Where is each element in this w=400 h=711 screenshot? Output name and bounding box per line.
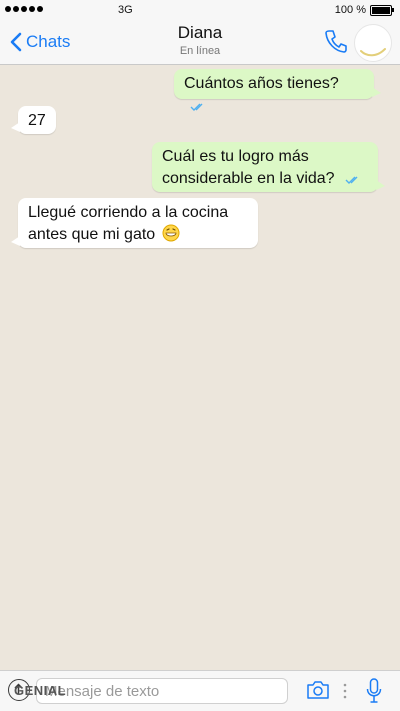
chevron-left-icon xyxy=(10,32,22,52)
read-ticks-icon xyxy=(345,170,361,192)
contact-avatar[interactable] xyxy=(354,24,392,62)
grinning-face-icon xyxy=(162,224,180,249)
back-button[interactable]: Chats xyxy=(10,30,70,54)
back-button-label: Chats xyxy=(26,32,71,51)
watermark-logo: GENIAL xyxy=(14,683,67,698)
chat-header: Chats Diana En línea xyxy=(0,20,400,65)
camera-button[interactable] xyxy=(306,680,330,705)
camera-icon xyxy=(307,681,329,699)
message-text: Cuál es tu logro más considerable en la … xyxy=(162,148,335,187)
vertical-dots-icon xyxy=(343,683,347,699)
message-list[interactable]: Cuántos años tienes? 27 Cuál es tu logro… xyxy=(0,65,400,670)
message-text: Llegué corriendo a la cocina antes que m… xyxy=(28,204,229,243)
contact-name: Diana xyxy=(177,23,223,42)
status-bar: 3G 100 % xyxy=(0,0,400,20)
message-incoming[interactable]: 27 xyxy=(11,106,56,134)
microphone-button[interactable] xyxy=(366,677,382,710)
message-text: Cuántos años tienes? xyxy=(184,75,339,92)
read-ticks-icon xyxy=(190,97,206,119)
contact-info[interactable]: Diana En línea xyxy=(150,23,250,57)
more-options-button[interactable] xyxy=(343,683,347,704)
battery-icon xyxy=(370,5,394,16)
message-outgoing[interactable]: Cuál es tu logro más considerable en la … xyxy=(152,142,385,192)
message-input-bar: GENIAL xyxy=(0,670,400,711)
contact-status: En línea xyxy=(179,45,221,57)
phone-icon xyxy=(325,30,347,53)
message-incoming[interactable]: Llegué corriendo a la cocina antes que m… xyxy=(11,198,258,249)
signal-strength-icon xyxy=(5,6,43,12)
message-outgoing[interactable]: Cuántos años tienes? xyxy=(174,69,381,111)
message-input[interactable] xyxy=(36,678,288,704)
message-text: 27 xyxy=(28,112,46,129)
network-type: 3G xyxy=(118,4,133,16)
call-button[interactable] xyxy=(324,28,348,59)
microphone-icon xyxy=(366,678,382,703)
battery-percentage: 100 % xyxy=(334,4,366,16)
